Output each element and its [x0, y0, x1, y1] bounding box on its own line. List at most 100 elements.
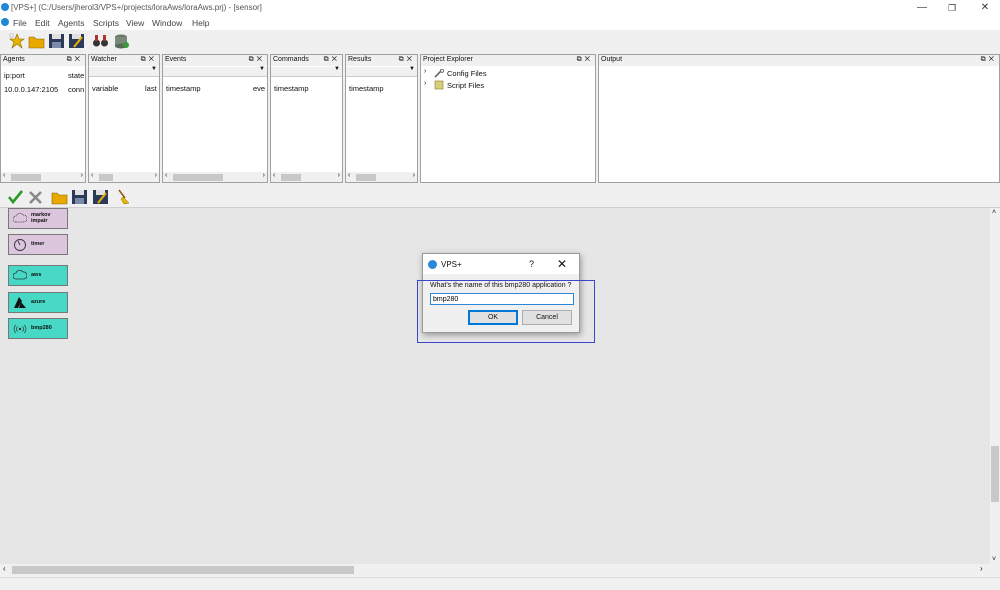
commands-filter-combo[interactable]: ▼ [271, 66, 342, 77]
open-folder-icon[interactable] [28, 33, 45, 49]
agents-col-ipport: ip:port [4, 71, 25, 80]
agents-panel-header: Agents ⧉✕ [1, 55, 85, 66]
watcher-col-variable: variable [92, 84, 119, 93]
help-button[interactable]: ? [529, 259, 534, 269]
results-panel: Results ⧉✕ ▼ timestamp ‹ › [345, 54, 418, 183]
project-explorer-header: Project Explorer ⧉✕ [421, 55, 595, 66]
panel-controls[interactable]: ⧉✕ [141, 55, 157, 65]
block-label: markov impair [31, 212, 51, 224]
agents-panel: Agents ⧉✕ ip:port state 10.0.0.147:2105 c… [0, 54, 86, 183]
clock-icon [14, 239, 26, 251]
panel-controls[interactable]: ⧉✕ [324, 55, 340, 65]
menu-edit[interactable]: Edit [35, 18, 50, 28]
expand-chevron-icon[interactable]: › [424, 68, 426, 75]
tree-item-label: Script Files [447, 81, 485, 90]
vscroll-thumb[interactable] [991, 446, 999, 502]
database-icon[interactable] [113, 33, 130, 49]
azure-icon [14, 297, 26, 308]
broom-icon[interactable] [115, 189, 132, 205]
events-filter-combo[interactable]: ▼ [163, 66, 267, 77]
menu-scripts[interactable]: Scripts [93, 18, 119, 28]
cancel-x-icon[interactable] [27, 189, 44, 205]
block-label: azure [31, 299, 46, 305]
close-button[interactable]: ✕ [975, 1, 995, 15]
results-filter-combo[interactable]: ▼ [346, 66, 417, 77]
open-folder-icon[interactable] [51, 189, 68, 205]
menu-window[interactable]: Window [152, 18, 182, 28]
canvas-hscroll[interactable]: ‹ › [0, 564, 990, 575]
menu-help[interactable]: Help [192, 18, 209, 28]
block-bmp280[interactable]: bmp280 [8, 318, 68, 339]
panel-controls[interactable]: ⧉✕ [67, 55, 83, 65]
commands-hscroll[interactable]: ‹ › [271, 172, 342, 182]
block-timer[interactable]: timer [8, 234, 68, 255]
scroll-right-icon[interactable]: › [980, 564, 983, 573]
highlight-box [417, 280, 595, 343]
minimize-button[interactable]: — [912, 1, 932, 15]
scroll-down-icon[interactable]: ˅ [992, 556, 996, 563]
results-col-timestamp: timestamp [349, 84, 384, 93]
menu-agents[interactable]: Agents [58, 18, 84, 28]
block-aws[interactable]: aws [8, 265, 68, 286]
agents-col-state: state [68, 71, 85, 80]
watcher-filter-combo[interactable]: ▼ [89, 66, 159, 77]
main-toolbar [0, 30, 1000, 52]
dialog-app-icon [428, 260, 437, 269]
block-label: bmp280 [31, 325, 52, 331]
agents-row-state[interactable]: conn [68, 85, 86, 94]
block-azure[interactable]: azure [8, 292, 68, 313]
commands-panel-header: Commands ⧉✕ [271, 55, 342, 66]
dialog-header: VPS+ ? ✕ [423, 254, 579, 274]
save-as-icon[interactable] [92, 189, 109, 205]
commands-panel-title: Commands [273, 56, 309, 63]
script-file-icon [434, 80, 444, 90]
scroll-up-icon[interactable]: ˄ [992, 209, 996, 216]
scroll-left-icon[interactable]: ‹ [3, 564, 6, 573]
save-icon[interactable] [71, 189, 88, 205]
output-panel-header: Output ⧉✕ [599, 55, 999, 66]
menu-view[interactable]: View [126, 18, 144, 28]
block-markov-impair[interactable]: markov impair [8, 208, 68, 229]
results-panel-title: Results [348, 56, 372, 63]
menu-file[interactable]: File [13, 18, 27, 28]
events-col-timestamp: timestamp [166, 84, 201, 93]
save-icon[interactable] [48, 33, 65, 49]
watcher-hscroll[interactable]: ‹ › [89, 172, 159, 182]
cloud-outline-icon [13, 212, 27, 223]
dialog-close-button[interactable]: ✕ [557, 257, 567, 271]
panel-controls[interactable]: ⧉✕ [249, 55, 265, 65]
agents-row-ip[interactable]: 10.0.0.147:2105 [4, 85, 58, 94]
panel-controls[interactable]: ⧉✕ [981, 55, 997, 65]
sensor-wave-icon [13, 324, 27, 334]
app-icon [1, 3, 9, 11]
check-icon[interactable] [7, 189, 24, 205]
save-as-icon[interactable] [68, 33, 85, 49]
events-panel-title: Events [165, 56, 187, 63]
watcher-panel-header: Watcher ⧉✕ [89, 55, 159, 66]
dialog-title: VPS+ [441, 260, 462, 269]
watcher-panel: Watcher ⧉✕ ▼ variable last ‹ › [88, 54, 160, 183]
maximize-button[interactable]: ❐ [942, 1, 962, 15]
output-panel: Output ⧉✕ [598, 54, 1000, 183]
results-hscroll[interactable]: ‹ › [346, 172, 417, 182]
watcher-col-last: last [145, 84, 157, 93]
editor-toolbar [0, 186, 1000, 208]
agents-hscroll[interactable]: ‹ › [1, 172, 85, 182]
expand-chevron-icon[interactable]: › [424, 80, 426, 87]
panel-controls[interactable]: ⧉✕ [577, 55, 593, 65]
hscroll-thumb[interactable] [12, 566, 354, 574]
canvas-vscroll[interactable]: ˄ ˅ [990, 208, 1000, 564]
commands-col-timestamp: timestamp [274, 84, 309, 93]
events-hscroll[interactable]: ‹ › [163, 172, 267, 182]
binoculars-icon[interactable] [92, 33, 109, 49]
events-panel-header: Events ⧉✕ [163, 55, 267, 66]
panel-controls[interactable]: ⧉✕ [399, 55, 415, 65]
new-project-star-icon[interactable] [8, 33, 25, 49]
block-label: timer [31, 241, 45, 247]
project-explorer-title: Project Explorer [423, 56, 473, 63]
block-label: aws [31, 272, 42, 278]
tree-item-label: Config Files [447, 69, 487, 78]
menu-app-icon [1, 18, 9, 26]
project-explorer-panel: Project Explorer ⧉✕ › Config Files › Scri… [420, 54, 596, 183]
events-panel: Events ⧉✕ ▼ timestamp eve ‹ › [162, 54, 268, 183]
